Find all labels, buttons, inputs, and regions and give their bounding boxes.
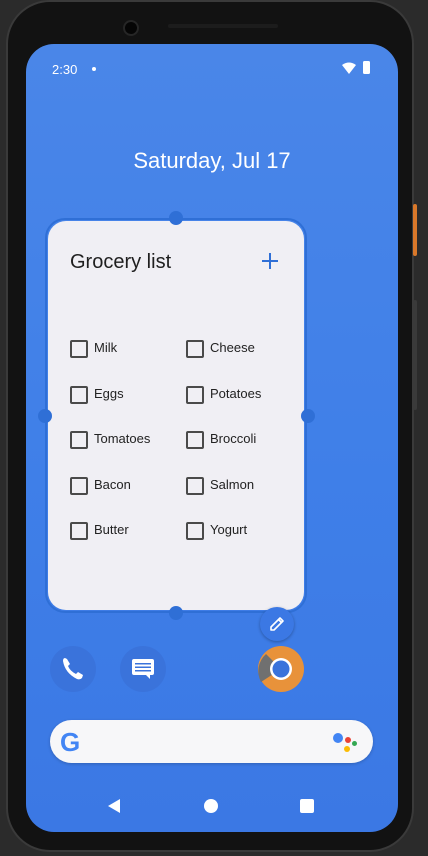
phone-icon bbox=[63, 658, 83, 680]
resize-handle-right[interactable] bbox=[301, 409, 315, 423]
grocery-item[interactable]: Broccoli bbox=[186, 430, 296, 450]
checkbox[interactable] bbox=[70, 476, 88, 495]
grocery-item[interactable]: Yogurt bbox=[186, 521, 296, 541]
volume-button bbox=[413, 300, 417, 410]
home-icon[interactable] bbox=[204, 799, 218, 813]
resize-handle-bottom[interactable] bbox=[169, 606, 183, 620]
messages-icon bbox=[132, 659, 154, 679]
front-camera bbox=[123, 20, 139, 36]
home-screen: 2:30 Saturday, Jul 17 Grocery list Milk E… bbox=[26, 44, 398, 832]
grocery-item[interactable]: Milk bbox=[70, 339, 180, 359]
checkbox[interactable] bbox=[186, 431, 204, 449]
grocery-item-label: Tomatoes bbox=[94, 431, 151, 446]
assistant-mic-icon[interactable] bbox=[333, 733, 359, 753]
grocery-list-widget[interactable]: Grocery list Milk Eggs Tomatoes Bacon Butter… bbox=[48, 221, 304, 641]
resize-handle-left[interactable] bbox=[38, 409, 52, 423]
notification-dot bbox=[92, 67, 96, 71]
checkbox[interactable] bbox=[186, 522, 204, 540]
wifi-icon bbox=[342, 62, 356, 74]
recents-icon[interactable] bbox=[300, 799, 314, 813]
checkbox[interactable] bbox=[70, 522, 88, 540]
pencil-icon bbox=[270, 617, 284, 631]
date-display[interactable]: Saturday, Jul 17 bbox=[26, 148, 398, 174]
navigation-bar bbox=[26, 782, 398, 832]
checkbox[interactable] bbox=[70, 431, 88, 449]
earpiece-speaker bbox=[168, 24, 278, 28]
grocery-item[interactable]: Cheese bbox=[186, 339, 296, 359]
back-icon[interactable] bbox=[108, 799, 120, 813]
grocery-item[interactable]: Salmon bbox=[186, 476, 296, 496]
power-button bbox=[413, 204, 417, 256]
grocery-item-label: Eggs bbox=[94, 385, 124, 401]
edit-button[interactable] bbox=[260, 607, 294, 641]
grocery-item[interactable]: Butter bbox=[70, 521, 180, 541]
grocery-item-label: Milk bbox=[94, 340, 118, 355]
google-search-bar[interactable]: G bbox=[50, 720, 373, 763]
widget-title: Grocery list bbox=[70, 251, 172, 273]
grocery-item-label: Bacon bbox=[94, 476, 131, 492]
grocery-item-label: Salmon bbox=[210, 476, 255, 492]
add-icon[interactable] bbox=[260, 251, 280, 271]
chrome-icon bbox=[258, 646, 304, 692]
grocery-item[interactable]: Potatoes bbox=[186, 385, 296, 405]
resize-handle-top[interactable] bbox=[169, 211, 183, 225]
status-time: 2:30 bbox=[52, 62, 78, 77]
grocery-item-label: Potatoes bbox=[210, 385, 262, 401]
checkbox[interactable] bbox=[70, 340, 88, 358]
phone-app-icon[interactable] bbox=[50, 646, 96, 692]
checkbox[interactable] bbox=[186, 340, 204, 358]
chrome-app-icon[interactable] bbox=[258, 646, 304, 692]
battery-icon bbox=[363, 61, 370, 74]
grocery-item[interactable]: Eggs bbox=[70, 385, 180, 405]
grocery-item-label: Yogurt bbox=[210, 522, 248, 537]
checkbox[interactable] bbox=[186, 476, 204, 495]
google-icon: G bbox=[60, 727, 81, 757]
checkbox[interactable] bbox=[70, 385, 88, 404]
grocery-item[interactable]: Tomatoes bbox=[70, 430, 180, 450]
status-bar: 2:30 bbox=[26, 44, 398, 90]
grocery-item-label: Cheese bbox=[210, 340, 255, 355]
grocery-item-label: Butter bbox=[94, 522, 129, 537]
grocery-item[interactable]: Bacon bbox=[70, 476, 180, 496]
checkbox[interactable] bbox=[186, 385, 204, 404]
grocery-item-label: Broccoli bbox=[210, 431, 257, 446]
messages-app-icon[interactable] bbox=[120, 646, 166, 692]
